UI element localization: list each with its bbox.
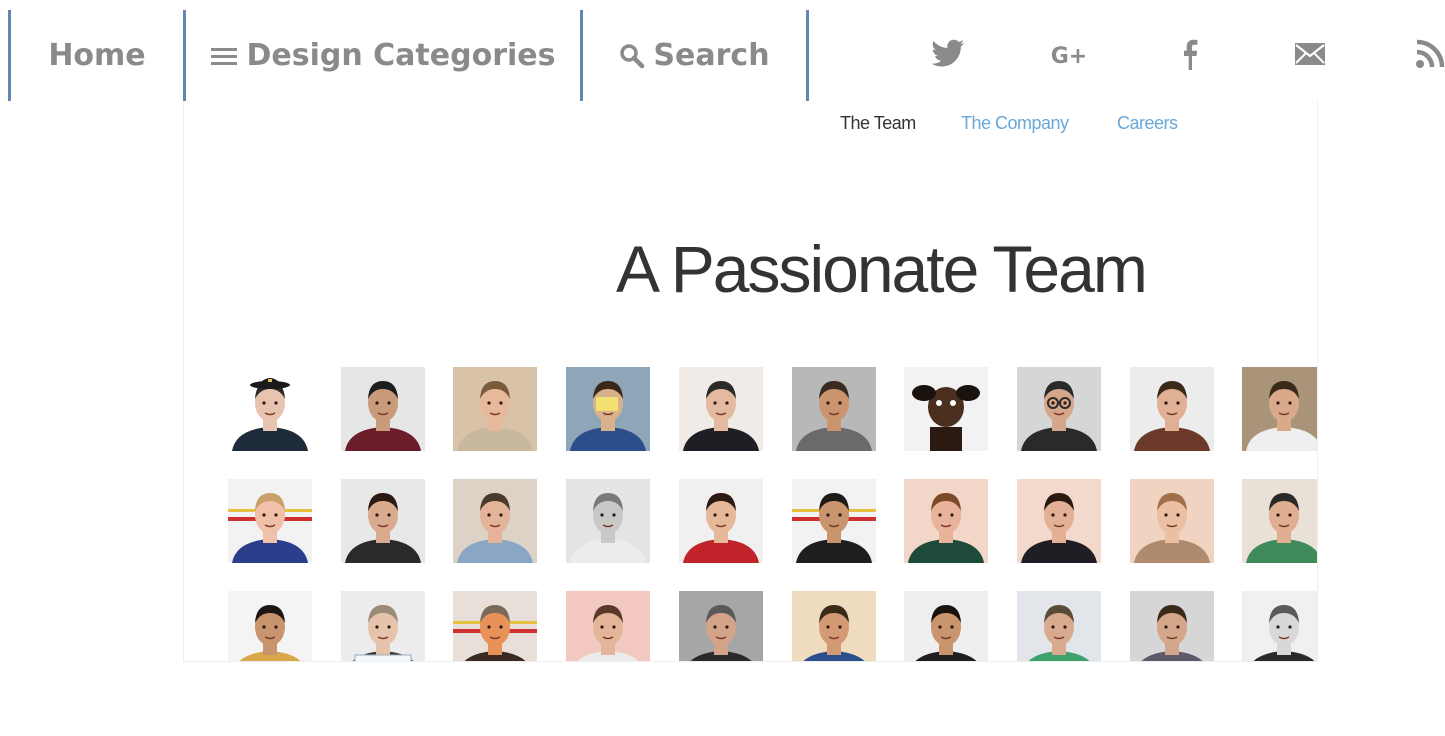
facebook-link[interactable] — [1165, 32, 1213, 80]
team-member-photo — [228, 367, 312, 451]
hamburger-menu-icon — [210, 46, 237, 66]
nav-search-button[interactable]: Search — [583, 10, 806, 101]
team-member-photo — [566, 479, 650, 563]
team-member-photo — [228, 479, 312, 563]
team-member-photo — [1017, 591, 1101, 661]
team-page-screenshot: The Team The Company Careers A Passionat… — [183, 101, 1318, 662]
team-member-photo — [341, 591, 425, 661]
top-navigation: Home Design Categories Search G+ — [0, 0, 1445, 110]
team-member-photo — [1130, 479, 1214, 563]
team-member-photo — [1017, 479, 1101, 563]
nav-home-link[interactable]: Home — [11, 10, 183, 101]
team-member-photo — [679, 367, 763, 451]
team-member-photo — [453, 479, 537, 563]
team-member-photo — [1242, 367, 1317, 451]
nav-divider — [806, 10, 809, 101]
team-member-photo — [1242, 591, 1317, 661]
team-member-photo — [792, 479, 876, 563]
facebook-icon — [1180, 38, 1198, 74]
team-heading: A Passionate Team — [616, 232, 1148, 306]
team-member-photo — [792, 591, 876, 661]
team-member-photo — [1242, 479, 1317, 563]
rss-icon — [1415, 39, 1445, 73]
team-member-photo — [566, 591, 650, 661]
team-member-photo — [341, 367, 425, 451]
subnav-the-company[interactable]: The Company — [961, 113, 1069, 134]
email-link[interactable] — [1286, 32, 1334, 80]
subnav-the-team[interactable]: The Team — [840, 113, 916, 134]
team-member-photo — [1017, 367, 1101, 451]
team-member-photo — [453, 591, 537, 661]
team-member-photo — [228, 591, 312, 661]
team-member-photo — [566, 367, 650, 451]
mail-icon — [1294, 42, 1326, 70]
team-member-photo — [679, 479, 763, 563]
twitter-icon — [931, 39, 965, 73]
search-icon — [619, 43, 645, 69]
team-member-photo — [679, 591, 763, 661]
rss-link[interactable] — [1406, 32, 1445, 80]
team-member-photo — [341, 479, 425, 563]
team-member-photo — [792, 367, 876, 451]
nav-design-categories-menu[interactable]: Design Categories — [186, 10, 580, 101]
nav-design-categories-label: Design Categories — [246, 38, 556, 73]
team-member-photo — [904, 479, 988, 563]
nav-home-label: Home — [48, 38, 146, 73]
team-member-photo — [1130, 367, 1214, 451]
nav-search-label: Search — [653, 38, 770, 73]
subnav-careers[interactable]: Careers — [1117, 113, 1178, 134]
team-member-photo — [904, 367, 988, 451]
google-plus-link[interactable]: G+ — [1045, 32, 1093, 80]
screenshot-subnav: The Team The Company Careers — [184, 113, 1317, 135]
team-member-photo — [453, 367, 537, 451]
google-plus-icon: G+ — [1050, 43, 1088, 69]
team-member-photo — [904, 591, 988, 661]
team-member-photo — [1130, 591, 1214, 661]
twitter-link[interactable] — [924, 32, 972, 80]
